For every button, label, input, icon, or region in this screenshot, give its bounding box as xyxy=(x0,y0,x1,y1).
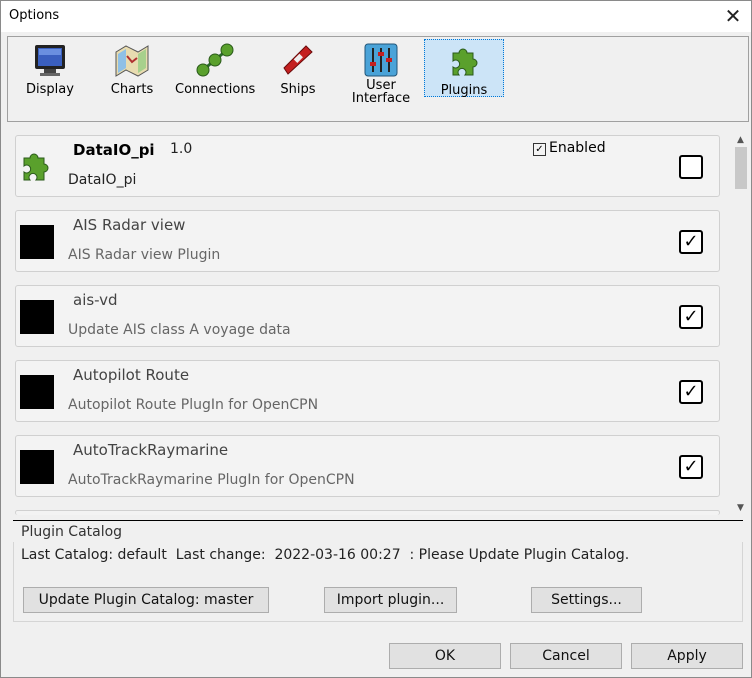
plugin-enable-checkbox[interactable]: ✓ xyxy=(679,455,703,479)
catalog-title: Plugin Catalog xyxy=(21,524,123,540)
scroll-up-icon[interactable]: ▲ xyxy=(734,135,747,145)
plugin-row-ais-vd[interactable]: ais-vd Update AIS class A voyage data ✓ xyxy=(15,285,720,347)
tab-user-interface[interactable]: User Interface xyxy=(341,39,421,105)
plugin-enable-checkbox[interactable]: ✓ xyxy=(679,230,703,254)
plugin-enable-checkbox[interactable]: ✓ xyxy=(679,380,703,404)
tab-user-interface-label: User Interface xyxy=(341,79,421,105)
plugin-name: AutoTrackRaymarine xyxy=(73,441,229,459)
scroll-thumb[interactable] xyxy=(735,147,747,189)
plugin-row-ais-radar-view[interactable]: AIS Radar view AIS Radar view Plugin ✓ xyxy=(15,210,720,272)
apply-button[interactable]: Apply xyxy=(631,643,743,669)
window-title: Options xyxy=(9,8,60,23)
ok-button[interactable]: OK xyxy=(389,643,501,669)
enabled-label: Enabled xyxy=(549,140,606,156)
cancel-button[interactable]: Cancel xyxy=(510,643,622,669)
plugin-catalog-section: Plugin Catalog Last Catalog: default Las… xyxy=(13,520,743,622)
scroll-down-icon[interactable]: ▼ xyxy=(734,503,747,513)
catalog-status: Last Catalog: default Last change: 2022-… xyxy=(21,547,630,563)
tab-plugins-label: Plugins xyxy=(440,83,488,98)
plugin-enable-checkbox[interactable] xyxy=(679,155,703,179)
plugin-row-dataio[interactable]: DataIO_pi 1.0 DataIO_pi ✓ Enabled xyxy=(15,135,720,197)
charts-icon xyxy=(115,45,149,77)
plugin-placeholder-icon xyxy=(20,225,54,259)
plugin-name: Autopilot Route xyxy=(73,366,190,384)
options-dialog: Options ✕ Display Charts Connections Shi… xyxy=(0,0,752,678)
plugin-placeholder-icon xyxy=(20,375,54,409)
tab-connections-label: Connections xyxy=(175,82,256,97)
display-icon xyxy=(35,45,65,76)
plugin-enabled-indicator: ✓ Enabled xyxy=(533,140,606,156)
settings-button[interactable]: Settings... xyxy=(531,587,642,613)
connections-icon xyxy=(196,43,234,77)
plugin-placeholder-icon xyxy=(20,300,54,334)
tab-charts-label: Charts xyxy=(110,82,154,97)
update-catalog-button[interactable]: Update Plugin Catalog: master xyxy=(23,587,269,613)
tab-plugins[interactable]: Plugins xyxy=(424,39,504,97)
plugin-description: Update AIS class A voyage data xyxy=(68,322,291,338)
tab-ships[interactable]: Ships xyxy=(258,39,338,97)
plugin-description: Autopilot Route PlugIn for OpenCPN xyxy=(68,397,319,413)
plugin-description: DataIO_pi xyxy=(68,172,137,188)
plugin-description: AIS Radar view Plugin xyxy=(68,247,221,263)
plugin-puzzle-icon xyxy=(23,153,49,181)
user-interface-icon xyxy=(364,43,398,77)
plugin-row-autotrackraymarine[interactable]: AutoTrackRaymarine AutoTrackRaymarine Pl… xyxy=(15,435,720,497)
tab-charts[interactable]: Charts xyxy=(92,39,172,97)
tab-user-interface-label-line2: Interface xyxy=(351,91,411,106)
plugin-row-autopilot-route[interactable]: Autopilot Route Autopilot Route PlugIn f… xyxy=(15,360,720,422)
plugin-list-scrollbar[interactable]: ▲ ▼ xyxy=(734,135,747,515)
ships-icon xyxy=(283,45,313,75)
title-bar: Options ✕ xyxy=(1,1,751,32)
plugin-list: DataIO_pi 1.0 DataIO_pi ✓ Enabled AIS Rad… xyxy=(7,125,747,515)
divider xyxy=(13,520,743,521)
plugin-name: ais-vd xyxy=(73,291,118,309)
plugin-enable-checkbox[interactable]: ✓ xyxy=(679,305,703,329)
plugin-name: DataIO_pi xyxy=(73,141,155,159)
options-toolbar: Display Charts Connections Ships User In… xyxy=(7,36,749,122)
enabled-check-icon: ✓ xyxy=(533,143,546,156)
import-plugin-button[interactable]: Import plugin... xyxy=(324,587,457,613)
tab-connections[interactable]: Connections xyxy=(175,39,255,97)
tab-display-label: Display xyxy=(26,82,74,97)
plugin-placeholder-icon xyxy=(20,450,54,484)
plugin-version: 1.0 xyxy=(170,141,193,157)
tab-display[interactable]: Display xyxy=(10,39,90,97)
tab-ships-label: Ships xyxy=(280,82,316,97)
plugin-description: AutoTrackRaymarine PlugIn for OpenCPN xyxy=(68,472,355,488)
plugin-row-partial xyxy=(15,510,720,515)
close-icon[interactable]: ✕ xyxy=(721,4,745,28)
plugin-name: AIS Radar view xyxy=(73,216,186,234)
plugins-icon xyxy=(452,48,478,76)
